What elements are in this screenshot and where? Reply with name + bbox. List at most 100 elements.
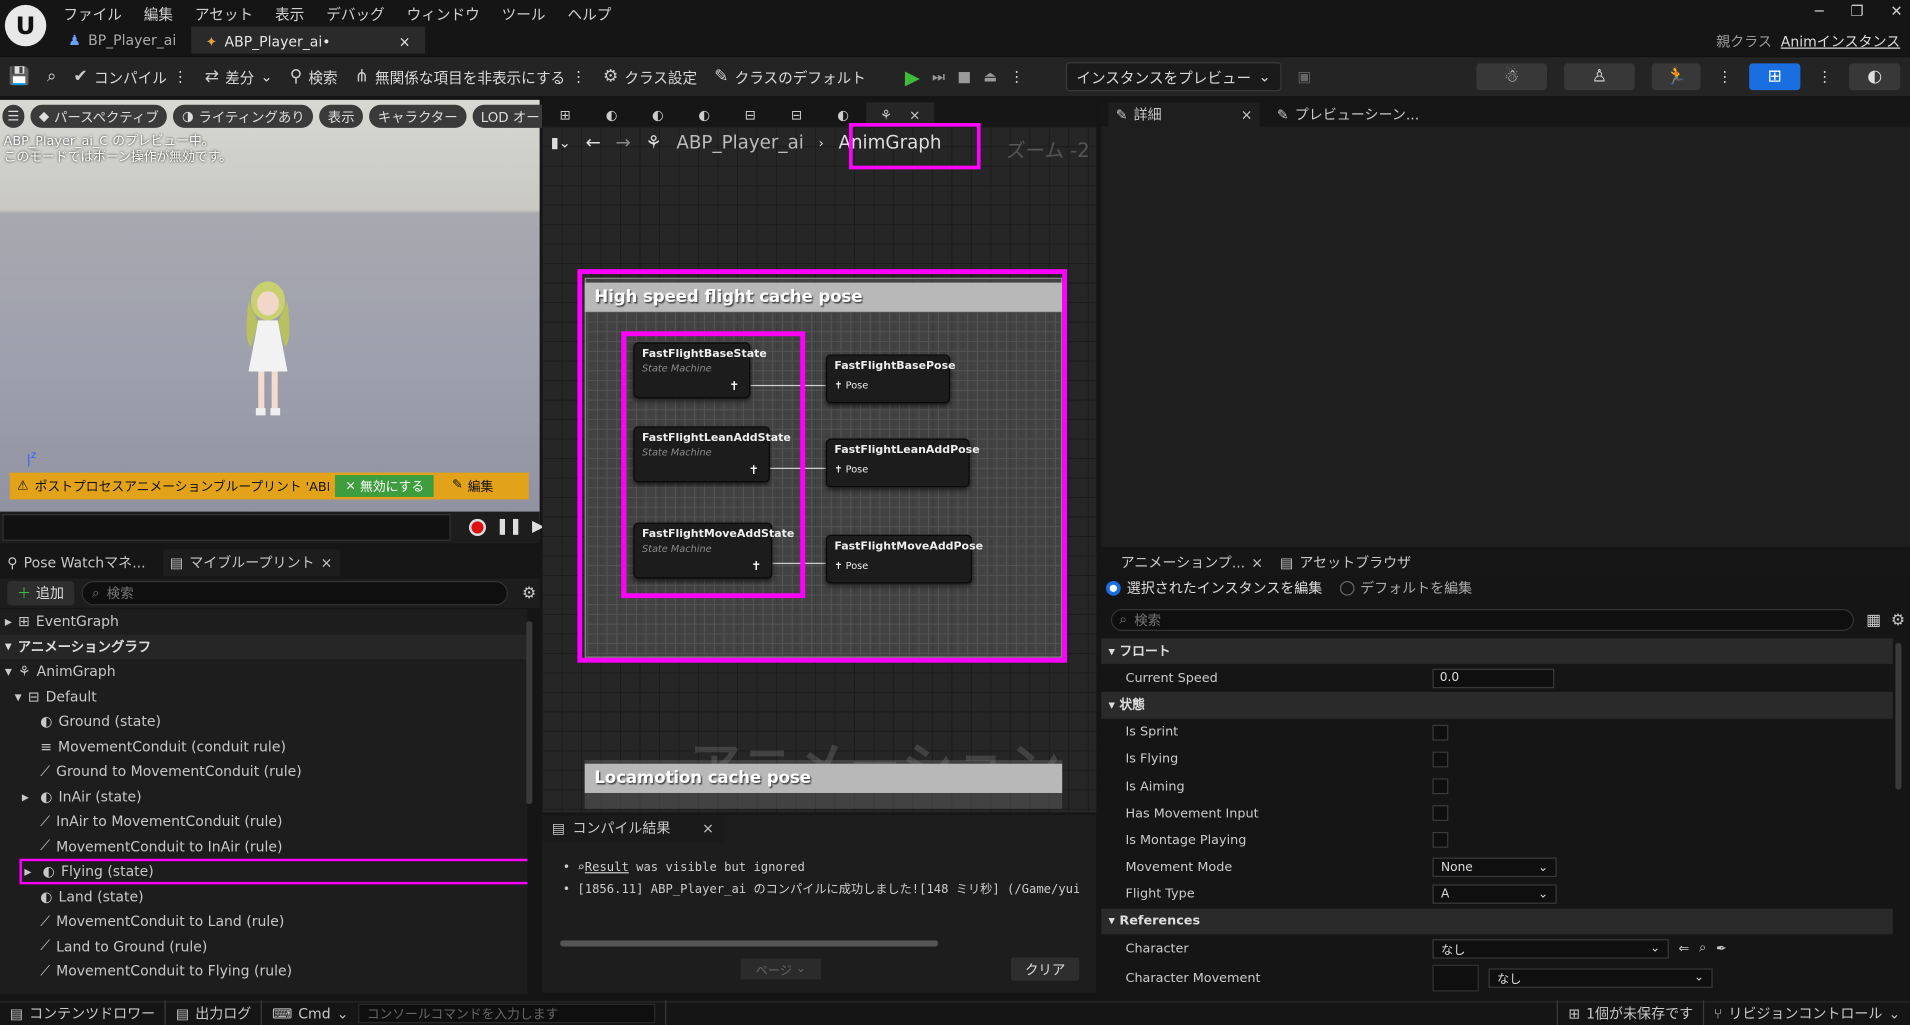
- content-drawer-button[interactable]: ▤ コンテンツドロワー: [0, 1002, 165, 1025]
- kebab-icon[interactable]: ⋮: [1817, 68, 1832, 85]
- lighting-button[interactable]: ◑ ライティングあり: [173, 104, 314, 128]
- find-button[interactable]: ⚲ 検索: [281, 56, 346, 97]
- stop-icon[interactable]: ■: [957, 68, 971, 85]
- disable-button[interactable]: × 無効にする: [335, 475, 434, 497]
- character-button[interactable]: キャラクター: [369, 104, 467, 128]
- timeline-scrubber[interactable]: [2, 514, 451, 541]
- browse-icon[interactable]: ⌕: [1699, 941, 1706, 957]
- clear-button[interactable]: クリア: [1011, 957, 1080, 981]
- menu-item[interactable]: 編集: [144, 4, 173, 25]
- table-icon[interactable]: ▦: [1866, 611, 1881, 629]
- tab-asset-browser[interactable]: ▤ アセットブラウザ: [1280, 553, 1411, 572]
- tree-item[interactable]: ⟋ InAir to MovementConduit (rule): [0, 809, 527, 834]
- bookmark-icon[interactable]: ▮⌄: [551, 134, 571, 151]
- current-speed-input[interactable]: 0.0: [1432, 668, 1555, 688]
- cmd-dropdown[interactable]: ⌨ Cmd ⌄: [262, 1002, 358, 1025]
- close-tab-icon[interactable]: ×: [321, 554, 333, 571]
- tab-bp-player[interactable]: ♟ BP_Player_ai: [54, 27, 191, 54]
- compile-button[interactable]: ✔ コンパイル ⋮: [65, 56, 196, 97]
- forward-arrow-icon[interactable]: →: [615, 132, 630, 154]
- hide-unrelated-button[interactable]: ⋔ 無関係な項目を非表示にする ⋮: [346, 56, 594, 97]
- animation-mode-button[interactable]: 🏃: [1651, 63, 1701, 91]
- physics-mode-button[interactable]: ◐: [1849, 63, 1901, 91]
- character-select[interactable]: なし ⌄: [1432, 938, 1669, 959]
- play-icon[interactable]: ▶: [905, 65, 920, 88]
- class-settings-button[interactable]: ⚙ クラス設定: [594, 56, 705, 97]
- menu-item[interactable]: ウィンドウ: [407, 4, 480, 25]
- property-search-input[interactable]: ⌕ 検索: [1110, 609, 1854, 631]
- skeleton-mode-button[interactable]: ☃: [1476, 63, 1547, 91]
- result-link[interactable]: Result: [585, 861, 629, 874]
- graph-tab-5[interactable]: ⊟: [727, 102, 773, 126]
- menu-item[interactable]: ファイル: [63, 4, 121, 25]
- close-window-icon[interactable]: ✕: [1890, 2, 1902, 19]
- character-movement-select[interactable]: なし ⌄: [1488, 968, 1713, 988]
- debug-filter-icon[interactable]: ▣: [1298, 68, 1312, 85]
- kebab-icon[interactable]: ⋮: [571, 68, 586, 85]
- menu-item[interactable]: ツール: [502, 4, 546, 25]
- eject-icon[interactable]: ⏏: [983, 68, 997, 85]
- menu-item[interactable]: 表示: [275, 4, 304, 25]
- tree-item[interactable]: ⟋ MovementConduit to Land (rule): [0, 909, 527, 934]
- restore-icon[interactable]: ❐: [1851, 2, 1864, 19]
- tree-item[interactable]: ⟋ Land to Ground (rule): [0, 934, 527, 959]
- tree-item[interactable]: ⟋ MovementConduit to Flying (rule): [0, 959, 527, 984]
- category-float[interactable]: ▾ フロート: [1101, 638, 1893, 666]
- browse-button[interactable]: ⌕: [38, 56, 65, 97]
- tab-preview-scene[interactable]: ✎ プレビューシーン...: [1277, 105, 1419, 124]
- graph-tab-4[interactable]: ◐: [681, 102, 727, 126]
- tree-item[interactable]: ◐ Ground (state): [0, 709, 527, 734]
- eyedropper-icon[interactable]: ✒: [1716, 941, 1727, 956]
- pause-icon[interactable]: ❚❚: [496, 518, 523, 536]
- tab-anim-preview[interactable]: アニメーションプ... ×: [1121, 553, 1263, 572]
- edit-button[interactable]: ✎ 編集: [452, 477, 493, 495]
- add-button[interactable]: ＋追加: [7, 581, 74, 606]
- close-tab-icon[interactable]: ×: [909, 107, 920, 123]
- section-anim-graphs[interactable]: ▾ アニメーショングラフ: [0, 634, 528, 659]
- is-aiming-checkbox[interactable]: [1432, 778, 1449, 795]
- menu-item[interactable]: ヘルプ: [567, 4, 611, 25]
- kebab-icon[interactable]: ⋮: [1009, 68, 1024, 85]
- tree-item[interactable]: ⟋ MovementConduit to InAir (rule): [0, 834, 527, 859]
- tree-scrollbar[interactable]: [526, 621, 533, 804]
- console-input[interactable]: コンソールコマンドを入力します: [358, 1003, 656, 1024]
- minimize-icon[interactable]: ─: [1815, 2, 1824, 19]
- menu-item[interactable]: アセット: [195, 4, 253, 25]
- output-log-button[interactable]: ▤ 出力ログ: [166, 1002, 261, 1025]
- close-tab-icon[interactable]: ×: [399, 33, 411, 50]
- breadcrumb-blueprint[interactable]: ABP_Player_ai: [676, 132, 803, 154]
- preview-instance-dropdown[interactable]: インスタンスをプレビュー ⌄: [1065, 62, 1282, 92]
- tree-item[interactable]: ◐ Land (state): [0, 884, 527, 909]
- step-icon[interactable]: ⏭: [932, 68, 945, 86]
- close-tab-icon[interactable]: ×: [1241, 106, 1253, 123]
- kebab-icon[interactable]: ⋮: [173, 68, 188, 85]
- tree-item[interactable]: ▸ ◐ InAir (state): [0, 784, 527, 809]
- edit-defaults-radio[interactable]: デフォルトを編集: [1339, 579, 1472, 598]
- category-state[interactable]: ▾ 状態: [1101, 692, 1893, 720]
- tree-item[interactable]: ≡ MovementConduit (conduit rule): [0, 734, 527, 759]
- tree-item-default[interactable]: ▾ ⊟ Default: [0, 684, 527, 709]
- save-button[interactable]: 💾: [0, 56, 38, 97]
- menu-item[interactable]: デバッグ: [326, 4, 384, 25]
- tab-compile-results[interactable]: ▤ コンパイル結果 ×: [542, 814, 724, 842]
- gear-icon[interactable]: ⚙: [522, 584, 536, 602]
- is-montage-playing-checkbox[interactable]: [1432, 832, 1449, 849]
- tab-my-blueprint[interactable]: ▤ マイブループリント ×: [162, 549, 340, 577]
- class-defaults-button[interactable]: ✎ クラスのデフォルト: [706, 56, 875, 97]
- tree-item-event-graph[interactable]: ▸ ⊞ EventGraph: [0, 609, 527, 634]
- close-tab-icon[interactable]: ×: [1251, 554, 1263, 571]
- show-button[interactable]: 表示: [319, 104, 364, 128]
- blueprint-mode-button[interactable]: ⊞: [1749, 63, 1801, 91]
- page-dropdown[interactable]: ページ ⌄: [740, 958, 821, 980]
- property-scrollbar[interactable]: [1895, 643, 1902, 790]
- graph-tab-2[interactable]: ◐: [588, 102, 634, 126]
- tree-item[interactable]: ▸ ◐ Flying (state): [19, 858, 528, 884]
- is-flying-checkbox[interactable]: [1432, 751, 1449, 768]
- tab-abp-player[interactable]: ✦ ABP_Player_ai• ×: [190, 26, 426, 54]
- revision-control-button[interactable]: ⑂ リビジョンコントロール ⌄: [1704, 1002, 1910, 1025]
- tab-pose-watch[interactable]: ⚲ Pose Watchマネ...: [7, 553, 145, 572]
- graph-tab-3[interactable]: ◐: [635, 102, 681, 126]
- graph-tab-6[interactable]: ⊟: [773, 102, 819, 126]
- perspective-button[interactable]: ◆ パースペクティブ: [30, 104, 168, 128]
- search-input[interactable]: ⌕ 検索: [81, 581, 508, 606]
